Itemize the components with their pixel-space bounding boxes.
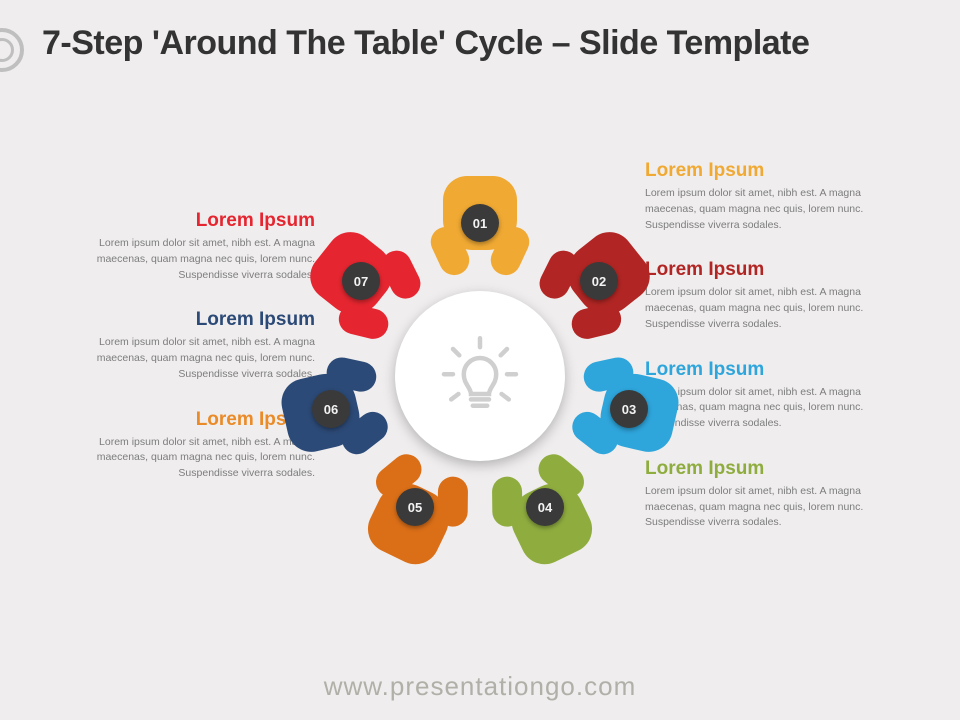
text-item-03: Lorem Ipsum Lorem ipsum dolor sit amet, n… — [645, 359, 905, 432]
step-badge-05: 05 — [396, 488, 434, 526]
lightbulb-icon — [435, 331, 525, 421]
right-column: Lorem Ipsum Lorem ipsum dolor sit amet, n… — [645, 160, 905, 557]
step-badge-01: 01 — [461, 204, 499, 242]
text-item-07: Lorem Ipsum Lorem ipsum dolor sit amet, n… — [55, 210, 315, 283]
title-ornament-icon — [0, 28, 24, 72]
item-body: Lorem ipsum dolor sit amet, nibh est. A … — [645, 484, 905, 531]
item-heading: Lorem Ipsum — [645, 259, 905, 281]
item-heading: Lorem Ipsum — [645, 359, 905, 381]
left-column: Lorem Ipsum Lorem ipsum dolor sit amet, n… — [55, 210, 315, 508]
step-badge-04: 04 — [526, 488, 564, 526]
text-item-04: Lorem Ipsum Lorem ipsum dolor sit amet, n… — [645, 458, 905, 531]
item-body: Lorem ipsum dolor sit amet, nibh est. A … — [645, 186, 905, 233]
step-badge-06: 06 — [312, 390, 350, 428]
step-badge-03: 03 — [610, 390, 648, 428]
slide-header: 7-Step 'Around The Table' Cycle – Slide … — [60, 24, 920, 72]
content-area: Lorem Ipsum Lorem ipsum dolor sit amet, n… — [0, 140, 960, 660]
item-body: Lorem ipsum dolor sit amet, nibh est. A … — [645, 385, 905, 432]
slide-title: 7-Step 'Around The Table' Cycle – Slide … — [42, 24, 809, 63]
item-heading: Lorem Ipsum — [55, 210, 315, 232]
item-body: Lorem ipsum dolor sit amet, nibh est. A … — [55, 435, 315, 482]
item-heading: Lorem Ipsum — [645, 160, 905, 182]
step-badge-02: 02 — [580, 262, 618, 300]
center-disc — [395, 291, 565, 461]
item-body: Lorem ipsum dolor sit amet, nibh est. A … — [645, 285, 905, 332]
item-heading: Lorem Ipsum — [645, 458, 905, 480]
footer-url: www.presentationgo.com — [0, 671, 960, 702]
text-item-02: Lorem Ipsum Lorem ipsum dolor sit amet, n… — [645, 259, 905, 332]
step-badge-07: 07 — [342, 262, 380, 300]
text-item-06: Lorem Ipsum Lorem ipsum dolor sit amet, n… — [55, 309, 315, 382]
item-heading: Lorem Ipsum — [55, 309, 315, 331]
item-heading: Lorem Ipsum — [55, 409, 315, 431]
text-item-05: Lorem Ipsum Lorem ipsum dolor sit amet, n… — [55, 409, 315, 482]
item-body: Lorem ipsum dolor sit amet, nibh est. A … — [55, 335, 315, 382]
text-item-01: Lorem Ipsum Lorem ipsum dolor sit amet, n… — [645, 160, 905, 233]
item-body: Lorem ipsum dolor sit amet, nibh est. A … — [55, 236, 315, 283]
cycle-diagram: 01020304050607 — [330, 226, 630, 526]
